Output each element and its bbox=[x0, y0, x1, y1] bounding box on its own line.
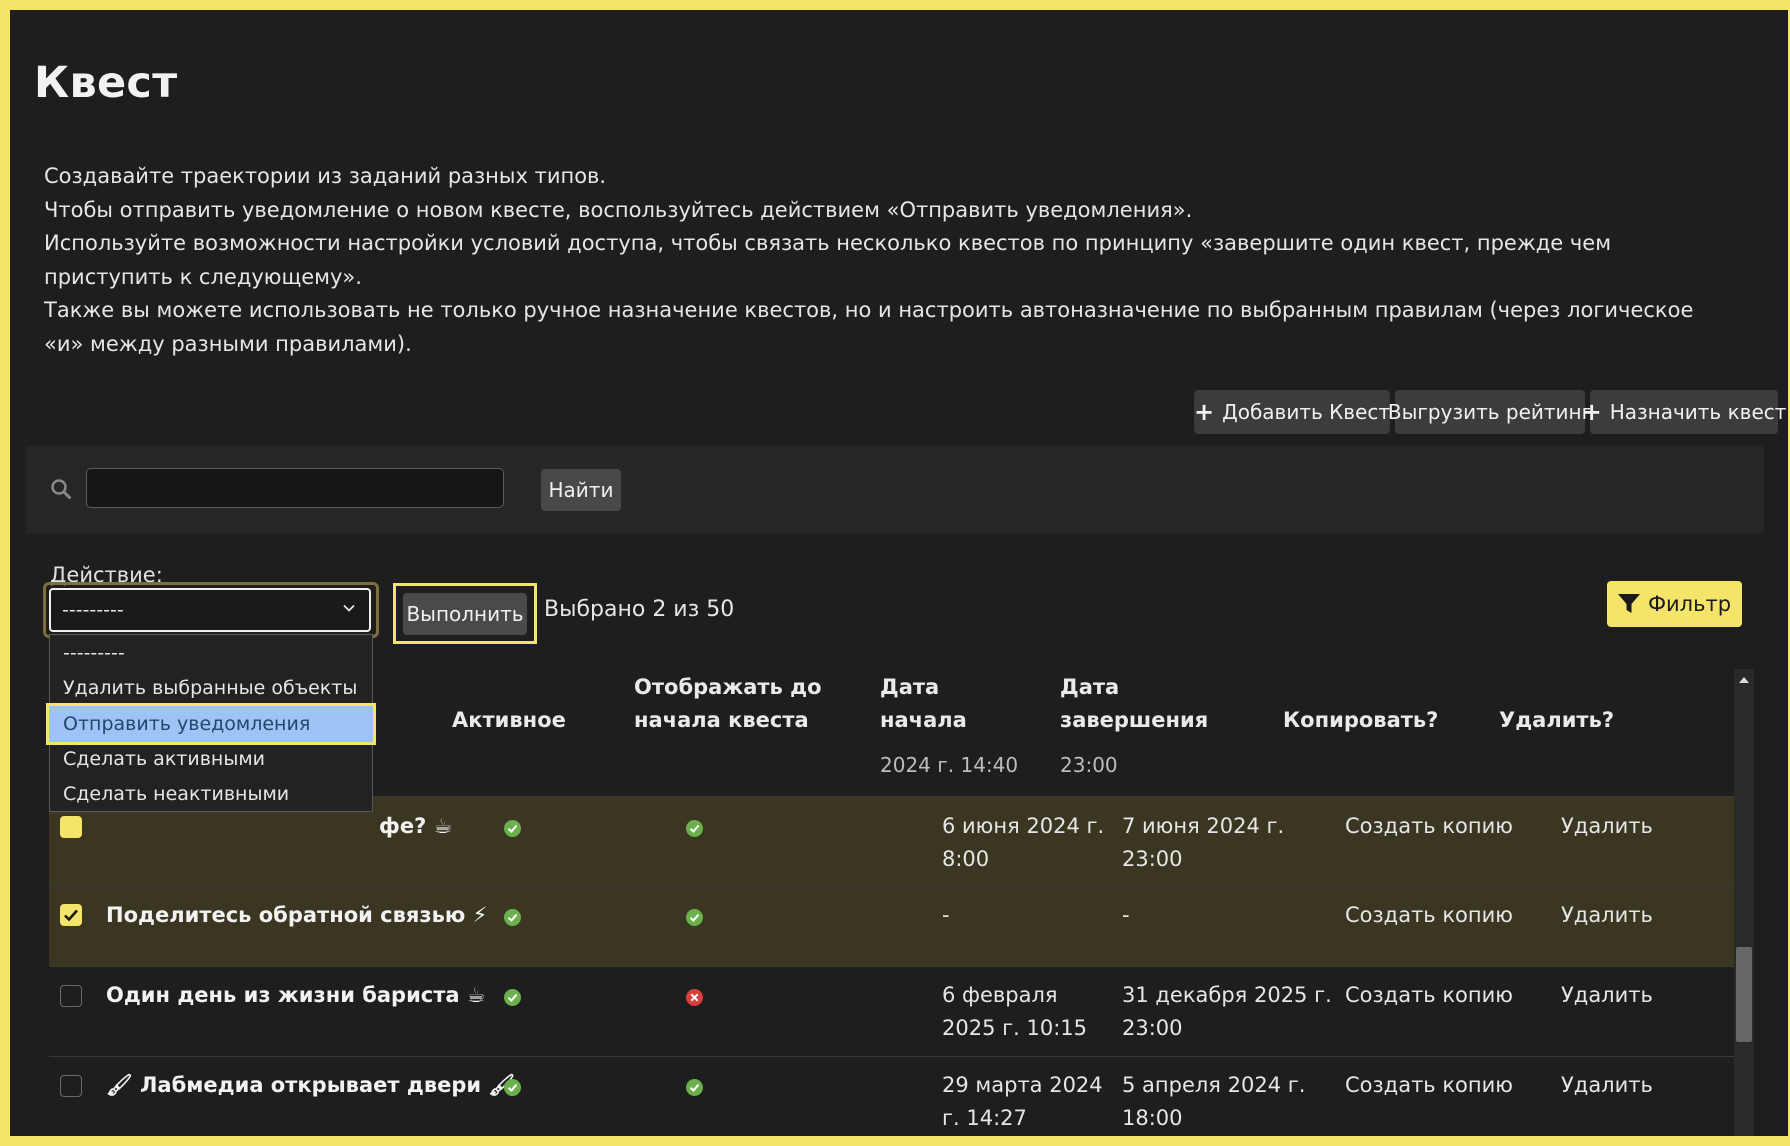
scrolled-row-end: 23:00 bbox=[1060, 755, 1118, 775]
start-date-line: 29 марта 2024 bbox=[942, 1073, 1103, 1097]
check-circle-icon bbox=[504, 820, 521, 837]
start-date-line: 6 июня 2024 г. bbox=[942, 814, 1105, 838]
end-date: - bbox=[1122, 903, 1130, 927]
admin-page: Квест Создавайте траектории из заданий р… bbox=[10, 10, 1788, 1136]
start-date-line: 6 февраля bbox=[942, 983, 1058, 1007]
header-start-line: начала bbox=[880, 708, 967, 732]
table-row[interactable]: 🖌 Лабмедиа открывает двери 🖌 29 марта 20… bbox=[49, 1056, 1734, 1136]
quest-name-link[interactable]: фе? ☕ bbox=[379, 810, 452, 843]
export-rating-button[interactable]: Выгрузить рейтинг bbox=[1388, 390, 1592, 434]
action-option[interactable]: Сделать активными bbox=[50, 741, 372, 777]
assign-quest-label: Назначить квест bbox=[1609, 400, 1787, 424]
end-date-line: 5 апреля 2024 г. bbox=[1122, 1073, 1306, 1097]
quest-name-link[interactable]: Один день из жизни бариста ☕ bbox=[106, 979, 486, 1012]
page-title: Квест bbox=[34, 58, 178, 108]
scroll-thumb[interactable] bbox=[1736, 947, 1752, 1042]
check-circle-icon bbox=[504, 909, 521, 926]
end-date-line: 31 декабря 2025 г. bbox=[1122, 983, 1332, 1007]
search-icon bbox=[51, 479, 71, 499]
header-end-line: Дата bbox=[1060, 675, 1120, 699]
end-date-line: 23:00 bbox=[1122, 847, 1183, 871]
delete-link[interactable]: Удалить bbox=[1561, 810, 1653, 843]
scroll-up-button[interactable] bbox=[1734, 669, 1754, 691]
create-copy-link[interactable]: Создать копию bbox=[1345, 1069, 1513, 1102]
header-end-line: завершения bbox=[1060, 708, 1209, 732]
filter-button[interactable]: Фильтр bbox=[1607, 581, 1742, 627]
check-circle-icon bbox=[686, 820, 703, 837]
end-date-line: 18:00 bbox=[1122, 1106, 1183, 1130]
checkbox-check-icon bbox=[64, 909, 78, 922]
action-option-highlighted[interactable]: Отправить уведомления bbox=[46, 703, 376, 745]
plus-icon: + bbox=[1193, 398, 1215, 426]
check-circle-icon bbox=[686, 909, 703, 926]
end-date: 7 июня 2024 г. 23:00 bbox=[1122, 810, 1284, 876]
action-select[interactable]: --------- bbox=[49, 588, 371, 632]
table-row[interactable]: Один день из жизни бариста ☕ 6 февраля 2… bbox=[49, 966, 1734, 1057]
search-panel: Найти bbox=[26, 446, 1764, 534]
description-line: Чтобы отправить уведомление о новом квес… bbox=[44, 197, 1193, 222]
add-quest-label: Добавить Квест bbox=[1222, 400, 1391, 424]
plus-icon: + bbox=[1581, 398, 1602, 426]
search-input[interactable] bbox=[86, 468, 504, 508]
delete-link[interactable]: Удалить bbox=[1561, 979, 1653, 1012]
start-date-line: 8:00 bbox=[942, 847, 990, 871]
header-delete: Удалить? bbox=[1499, 708, 1615, 732]
triangle-up-icon bbox=[1739, 677, 1749, 683]
start-date-line: 2025 г. 10:15 bbox=[942, 1016, 1088, 1040]
end-date: 31 декабря 2025 г. 23:00 bbox=[1122, 979, 1332, 1045]
description-line: Создавайте траектории из заданий разных … bbox=[44, 164, 607, 188]
search-button[interactable]: Найти bbox=[541, 469, 621, 511]
quest-name-link[interactable]: Поделитесь обратной связью ⚡ bbox=[106, 899, 487, 932]
end-date-line: 23:00 bbox=[1122, 1016, 1183, 1040]
action-option[interactable]: --------- bbox=[50, 635, 372, 671]
create-copy-link[interactable]: Создать копию bbox=[1345, 979, 1513, 1012]
start-date: 6 июня 2024 г. 8:00 bbox=[942, 810, 1104, 876]
start-date: 29 марта 2024 г. 14:27 bbox=[942, 1069, 1103, 1135]
description-line: Используйте возможности настройки услови… bbox=[44, 231, 1612, 289]
header-show-before[interactable]: Отображать до начала квеста bbox=[634, 671, 822, 737]
quest-name-link[interactable]: 🖌 Лабмедиа открывает двери 🖌 bbox=[106, 1069, 515, 1102]
filter-label: Фильтр bbox=[1647, 592, 1732, 616]
check-circle-icon bbox=[686, 1079, 703, 1096]
table-row[interactable]: Поделитесь обратной связью ⚡ - - Создать… bbox=[49, 886, 1734, 967]
start-date: - bbox=[942, 903, 950, 927]
delete-link[interactable]: Удалить bbox=[1561, 1069, 1653, 1102]
row-checkbox[interactable] bbox=[60, 1075, 82, 1097]
header-start-line: Дата bbox=[880, 675, 940, 699]
delete-link[interactable]: Удалить bbox=[1561, 899, 1653, 932]
run-action-button[interactable]: Выполнить bbox=[403, 593, 527, 635]
scrolled-row-start: 2024 г. 14:40 bbox=[880, 755, 1019, 775]
start-date: 6 февраля 2025 г. 10:15 bbox=[942, 979, 1087, 1045]
page-description: Создавайте траектории из заданий разных … bbox=[44, 160, 1724, 361]
x-circle-icon bbox=[686, 989, 703, 1006]
assign-quest-button[interactable]: + Назначить квест bbox=[1582, 390, 1786, 434]
row-checkbox[interactable] bbox=[60, 816, 82, 838]
description-line: Также вы можете использовать не только р… bbox=[44, 298, 1694, 356]
header-active[interactable]: Активное bbox=[452, 704, 566, 737]
action-dropdown-list: --------- Удалить выбранные объекты Отпр… bbox=[46, 634, 376, 812]
create-copy-link[interactable]: Создать копию bbox=[1345, 810, 1513, 843]
header-start-date[interactable]: Дата начала bbox=[880, 671, 967, 737]
check-circle-icon bbox=[504, 989, 521, 1006]
row-checkbox[interactable] bbox=[60, 904, 82, 926]
filter-icon bbox=[1617, 594, 1640, 613]
create-copy-link[interactable]: Создать копию bbox=[1345, 899, 1513, 932]
end-date-line: 7 июня 2024 г. bbox=[1122, 814, 1285, 838]
check-circle-icon bbox=[504, 1079, 521, 1096]
action-select-value: --------- bbox=[62, 599, 124, 621]
end-date: 5 апреля 2024 г. 18:00 bbox=[1122, 1069, 1305, 1135]
start-date-line: г. 14:27 bbox=[942, 1106, 1027, 1130]
header-end-date[interactable]: Дата завершения bbox=[1060, 671, 1208, 737]
export-rating-label: Выгрузить рейтинг bbox=[1387, 400, 1593, 424]
row-checkbox[interactable] bbox=[60, 985, 82, 1007]
add-quest-button[interactable]: + Добавить Квест bbox=[1194, 390, 1390, 434]
selected-count: Выбрано 2 из 50 bbox=[544, 597, 735, 622]
action-option[interactable]: Сделать неактивными bbox=[50, 776, 372, 812]
header-show-before-line: начала квеста bbox=[634, 708, 809, 732]
header-copy: Копировать? bbox=[1283, 708, 1439, 732]
header-show-before-line: Отображать до bbox=[634, 675, 822, 699]
chevron-down-icon bbox=[343, 604, 355, 612]
table-scrollbar[interactable] bbox=[1734, 669, 1754, 1136]
action-option[interactable]: Удалить выбранные объекты bbox=[50, 670, 372, 706]
